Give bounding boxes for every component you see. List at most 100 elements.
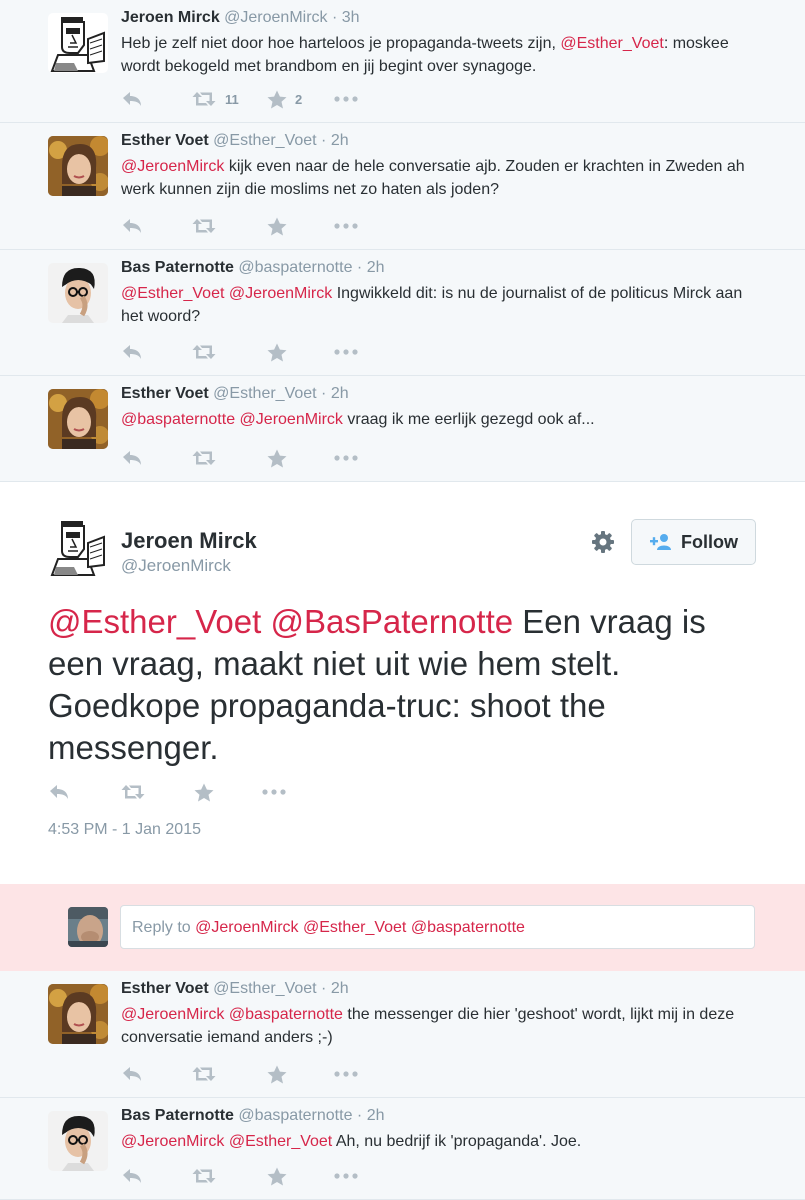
mention-link[interactable]: @JeroenMirck	[229, 285, 332, 302]
gear-icon[interactable]	[590, 529, 616, 555]
favorite-button[interactable]	[267, 1062, 287, 1086]
tweet-text: @Esther_Voet @BasPaternotte Een vraag is…	[48, 601, 768, 769]
retweet-icon	[191, 217, 217, 235]
tweet-text: @JeroenMirck @Esther_Voet Ah, nu bedrijf…	[121, 1130, 761, 1153]
tweet-time[interactable]: 3h	[342, 9, 360, 26]
separator: ·	[352, 259, 367, 276]
retweet-button[interactable]	[120, 780, 146, 804]
author-name[interactable]: Esther Voet	[121, 980, 209, 997]
mention-link[interactable]: @baspaternotte	[121, 411, 235, 428]
tweet-time[interactable]: 2h	[367, 259, 385, 276]
tweet-text-segment: Ah, nu bedrijf ik 'propaganda'. Joe.	[332, 1133, 582, 1150]
reply-icon	[121, 449, 143, 467]
author-name[interactable]: Esther Voet	[121, 385, 209, 402]
reply-button[interactable]	[121, 1062, 143, 1086]
star-icon	[194, 783, 214, 802]
author-name[interactable]: Jeroen Mirck	[121, 528, 257, 554]
favorite-button[interactable]	[267, 1164, 287, 1188]
retweet-button[interactable]: 11	[191, 87, 239, 111]
avatar[interactable]	[48, 1111, 108, 1171]
tweet-text-segment: vraag ik me eerlijk gezegd ook af...	[342, 411, 595, 428]
mention-link[interactable]: @Esther_Voet	[229, 1133, 332, 1150]
reply-button[interactable]	[121, 340, 143, 364]
mention-link[interactable]: @JeroenMirck	[121, 1006, 224, 1023]
star-icon	[267, 1065, 287, 1084]
tweet-time[interactable]: 2h	[331, 980, 349, 997]
retweet-icon	[191, 343, 217, 361]
author-handle[interactable]: @baspaternotte	[234, 259, 352, 276]
reply-prefix: Reply to	[132, 919, 196, 936]
tweet-text-segment: Heb je zelf niet door hoe harteloos je p…	[121, 35, 561, 52]
retweet-button[interactable]	[191, 446, 217, 470]
more-button[interactable]	[334, 1164, 358, 1188]
retweet-button[interactable]	[191, 340, 217, 364]
mention-link[interactable]: @JeroenMirck	[121, 158, 224, 175]
reply-button[interactable]	[121, 214, 143, 238]
reply-button[interactable]	[121, 1164, 143, 1188]
avatar[interactable]	[48, 13, 108, 73]
mention-link[interactable]: @Esther_Voet	[48, 603, 261, 640]
tweet-time[interactable]: 2h	[331, 385, 349, 402]
tweet-text: Heb je zelf niet door hoe harteloos je p…	[121, 32, 761, 78]
tweet-timestamp[interactable]: 4:53 PM - 1 Jan 2015	[48, 821, 201, 839]
reply-button[interactable]	[48, 780, 70, 804]
favorite-button[interactable]	[267, 340, 287, 364]
author-handle[interactable]: @baspaternotte	[234, 1107, 352, 1124]
author-name[interactable]: Bas Paternotte	[121, 259, 234, 276]
author-handle[interactable]: @JeroenMirck	[220, 9, 327, 26]
mention-link[interactable]: @JeroenMirck	[240, 411, 343, 428]
separator: ·	[352, 1107, 367, 1124]
follow-button[interactable]: Follow	[631, 519, 756, 565]
reply-input[interactable]: Reply to @JeroenMirck @Esther_Voet @basp…	[120, 905, 755, 949]
more-button[interactable]	[334, 1062, 358, 1086]
mention-link[interactable]: @JeroenMirck	[121, 1133, 224, 1150]
separator: ·	[316, 385, 331, 402]
more-button[interactable]	[334, 214, 358, 238]
reply-mentions: @JeroenMirck @Esther_Voet @baspaternotte	[195, 919, 525, 936]
avatar[interactable]	[48, 136, 108, 196]
tweet-time[interactable]: 2h	[331, 132, 349, 149]
more-button[interactable]	[334, 446, 358, 470]
author-name[interactable]: Bas Paternotte	[121, 1107, 234, 1124]
add-user-icon	[650, 534, 671, 550]
avatar[interactable]	[48, 517, 108, 577]
favorite-button[interactable]: 2	[267, 87, 302, 111]
separator: ·	[316, 132, 331, 149]
retweet-button[interactable]	[191, 1062, 217, 1086]
author-name[interactable]: Esther Voet	[121, 132, 209, 149]
mention-link[interactable]: @Esther_Voet	[560, 35, 663, 52]
more-button[interactable]	[262, 780, 286, 804]
follow-label: Follow	[681, 531, 738, 552]
author-handle[interactable]: @Esther_Voet	[209, 385, 316, 402]
current-user-avatar	[68, 907, 108, 947]
more-button[interactable]	[334, 87, 358, 111]
star-icon	[267, 217, 287, 236]
more-button[interactable]	[334, 340, 358, 364]
avatar[interactable]	[48, 263, 108, 323]
favorite-button[interactable]	[194, 780, 214, 804]
author-handle[interactable]: @JeroenMirck	[121, 556, 231, 576]
avatar[interactable]	[48, 389, 108, 449]
reply-icon	[121, 217, 143, 235]
retweet-button[interactable]	[191, 1164, 217, 1188]
author-handle[interactable]: @Esther_Voet	[209, 980, 316, 997]
star-icon	[267, 1167, 287, 1186]
reply-button[interactable]	[121, 446, 143, 470]
retweet-icon	[191, 1167, 217, 1185]
reply-button[interactable]	[121, 87, 143, 111]
mention-link[interactable]: @baspaternotte	[229, 1006, 343, 1023]
tweet-text: @Esther_Voet @JeroenMirck Ingwikkeld dit…	[121, 282, 761, 328]
favorite-button[interactable]	[267, 446, 287, 470]
favorite-button[interactable]	[267, 214, 287, 238]
separator: ·	[316, 980, 331, 997]
tweet-text: @JeroenMirck @baspaternotte the messenge…	[121, 1003, 761, 1049]
tweet-time[interactable]: 2h	[367, 1107, 385, 1124]
mention-link[interactable]: @BasPaternotte	[270, 603, 513, 640]
retweet-button[interactable]	[191, 214, 217, 238]
mention-link[interactable]: @Esther_Voet	[121, 285, 224, 302]
tweet-text: @JeroenMirck kijk even naar de hele conv…	[121, 155, 761, 201]
star-icon	[267, 343, 287, 362]
avatar[interactable]	[48, 984, 108, 1044]
author-name[interactable]: Jeroen Mirck	[121, 9, 220, 26]
author-handle[interactable]: @Esther_Voet	[209, 132, 316, 149]
